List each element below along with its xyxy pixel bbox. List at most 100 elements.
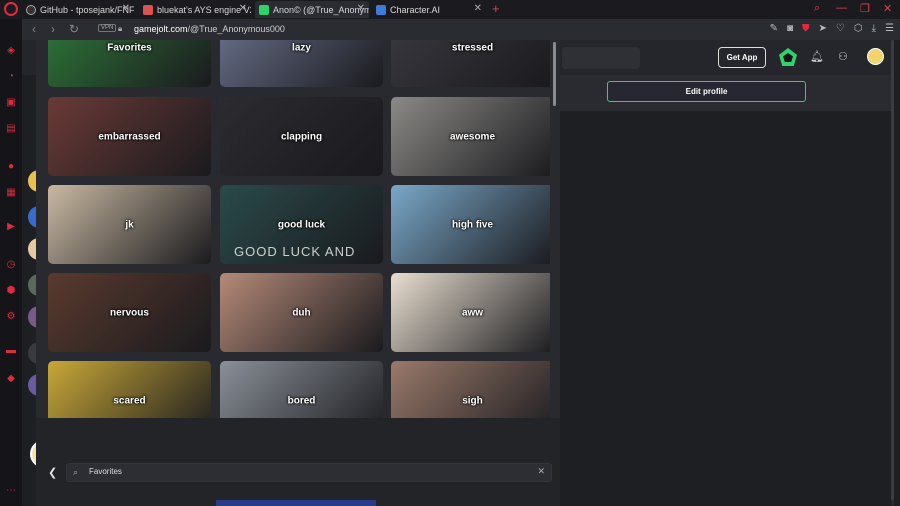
history-icon[interactable]: ◷ xyxy=(5,259,17,271)
characterai-icon xyxy=(376,4,386,15)
reload-icon[interactable]: ↻ xyxy=(69,22,79,36)
gif-preview-peek xyxy=(216,500,376,506)
close-window-icon[interactable]: ✕ xyxy=(883,2,892,15)
tab-label: bluekat's AYS engine V2 (+ xyxy=(157,4,251,15)
tab-anon[interactable]: Anon© (@True_Anonymou ✕ xyxy=(255,1,369,18)
edit-profile-button[interactable]: Edit profile xyxy=(607,81,806,102)
gif-tile[interactable]: high five xyxy=(391,185,550,264)
gamejolt-icon xyxy=(259,4,269,15)
close-icon[interactable]: ✕ xyxy=(357,3,365,14)
close-icon[interactable]: ✕ xyxy=(122,3,130,14)
get-app-button[interactable]: Get App xyxy=(718,47,766,68)
gif-tile[interactable]: jk xyxy=(48,185,211,264)
note-icon[interactable]: ▬ xyxy=(5,345,17,357)
game-icon[interactable]: ◆ xyxy=(5,373,17,385)
send-icon[interactable]: ➤ xyxy=(819,23,827,34)
gif-label: nervous xyxy=(110,307,149,318)
cube-icon[interactable]: ⬡ xyxy=(854,23,863,34)
gamejolt-logo-icon[interactable] xyxy=(779,48,797,66)
close-icon[interactable]: ✕ xyxy=(239,3,247,14)
gif-tile[interactable]: GOOD LUCK AND good luck xyxy=(220,185,383,264)
friends-icon[interactable]: ⚇ xyxy=(838,50,848,63)
gif-tile[interactable]: awesome xyxy=(391,97,550,176)
page-scrollbar[interactable] xyxy=(891,40,894,506)
gif-search-input[interactable]: ⌕ Favorites ✕ xyxy=(66,463,552,482)
speed-icon[interactable]: ◔ xyxy=(5,71,17,83)
page-content: Get App 🔔︎ ⚇ Edit profile Favorites lazy s… xyxy=(22,40,900,506)
gif-tile[interactable]: Favorites xyxy=(48,40,211,87)
gif-label: duh xyxy=(292,307,311,318)
gif-label: stressed xyxy=(451,42,494,53)
gif-label: scared xyxy=(113,395,146,406)
header-search-input[interactable] xyxy=(562,47,640,69)
browser-tabbar: GitHub - tposejank/FNF-Pa ✕ bluekat's AY… xyxy=(0,0,900,19)
gif-caption: GOOD LUCK AND xyxy=(234,244,356,259)
gif-tile[interactable]: scared xyxy=(48,361,211,418)
menu-icon[interactable]: ☰ xyxy=(885,23,894,34)
gif-tile[interactable]: nervous xyxy=(48,273,211,352)
gif-label: awesome xyxy=(449,131,496,142)
address-bar: ‹ › ↻ VPN 🔒︎ gamejolt.com/@True_Anonymou… xyxy=(22,19,900,40)
back-icon[interactable]: ‹ xyxy=(32,22,36,36)
bag-icon[interactable]: ▣ xyxy=(5,97,17,109)
url-field[interactable]: gamejolt.com/@True_Anonymous000 xyxy=(134,24,285,34)
vpn-badge[interactable]: VPN xyxy=(98,24,117,32)
tab-label: Character.AI xyxy=(390,4,441,15)
opera-logo-icon[interactable] xyxy=(4,2,18,16)
gif-scrollbar[interactable] xyxy=(553,42,556,106)
tab-bluekat[interactable]: bluekat's AYS engine V2 (+ ✕ xyxy=(139,1,251,18)
url-host: gamejolt.com xyxy=(134,24,188,34)
heart-icon[interactable]: ♡ xyxy=(836,23,845,34)
tab-label: GitHub - tposejank/FNF-Pa xyxy=(40,4,134,15)
forward-icon[interactable]: › xyxy=(51,22,55,36)
edit-icon[interactable]: ✎ xyxy=(770,23,778,34)
github-icon xyxy=(26,4,36,15)
search-icon: ⌕ xyxy=(73,467,79,477)
gif-tile[interactable]: clapping xyxy=(220,97,383,176)
discord-icon[interactable]: ▦ xyxy=(5,187,17,199)
opera-sidebar: ◈ ◔ ▣ ▤ ● ▦ ▶ ◷ ⬢ ⚙ ▬ ◆ ⋯ xyxy=(0,19,22,506)
minimize-icon[interactable]: — xyxy=(836,2,847,14)
gif-label: bored xyxy=(287,395,316,406)
gif-label: clapping xyxy=(280,131,323,142)
twitter-icon[interactable]: ● xyxy=(5,161,17,173)
gif-tile[interactable]: sigh xyxy=(391,361,550,418)
camera-icon[interactable]: ◙ xyxy=(787,23,793,34)
gif-label: embarrassed xyxy=(98,131,161,142)
gif-tile[interactable]: stressed xyxy=(391,40,550,87)
gif-label: Favorites xyxy=(107,42,152,53)
gif-tile[interactable]: lazy xyxy=(220,40,383,87)
download-icon[interactable]: ⤓ xyxy=(872,23,876,34)
tab-label: Anon© (@True_Anonymou xyxy=(273,4,369,15)
gif-label: sigh xyxy=(462,395,483,406)
tab-characterai[interactable]: Character.AI ✕ xyxy=(372,1,486,18)
maximize-icon[interactable]: ❐ xyxy=(860,2,870,15)
lock-icon[interactable]: 🔒︎ xyxy=(118,24,122,34)
new-tab-icon[interactable]: + xyxy=(492,1,500,16)
gif-picker-footer: ❮ ⌕ Favorites ✕ xyxy=(36,418,560,506)
more-icon[interactable]: ⋯ xyxy=(5,485,17,497)
bell-icon[interactable]: 🔔︎ xyxy=(810,50,824,63)
gif-label: high five xyxy=(451,219,494,230)
shield-icon[interactable]: ⛊ xyxy=(802,23,810,34)
clear-icon[interactable]: ✕ xyxy=(537,466,545,477)
extensions-icon[interactable]: ⬢ xyxy=(5,285,17,297)
gamepad-icon[interactable]: ◈ xyxy=(5,45,17,57)
back-button[interactable]: ❮ xyxy=(48,466,57,479)
gif-picker: Favorites lazy stressed embarrassed clapping… xyxy=(36,40,560,506)
play-icon[interactable]: ▶ xyxy=(5,221,17,233)
search-tabs-icon[interactable]: ⌕ xyxy=(814,2,820,15)
profile-panel: Edit profile xyxy=(560,75,892,111)
twitch-icon[interactable]: ▤ xyxy=(5,123,17,135)
gif-tile[interactable]: embarrassed xyxy=(48,97,211,176)
gif-tile[interactable]: duh xyxy=(220,273,383,352)
gif-tile[interactable]: bored xyxy=(220,361,383,418)
gif-label: aww xyxy=(461,307,484,318)
avatar[interactable] xyxy=(867,48,884,65)
settings-icon[interactable]: ⚙ xyxy=(5,311,17,323)
gif-tile[interactable]: aww xyxy=(391,273,550,352)
search-value: Favorites xyxy=(89,467,122,476)
tab-github[interactable]: GitHub - tposejank/FNF-Pa ✕ xyxy=(22,1,134,18)
gif-grid: Favorites lazy stressed embarrassed clapping… xyxy=(42,40,550,418)
close-icon[interactable]: ✕ xyxy=(474,3,482,14)
